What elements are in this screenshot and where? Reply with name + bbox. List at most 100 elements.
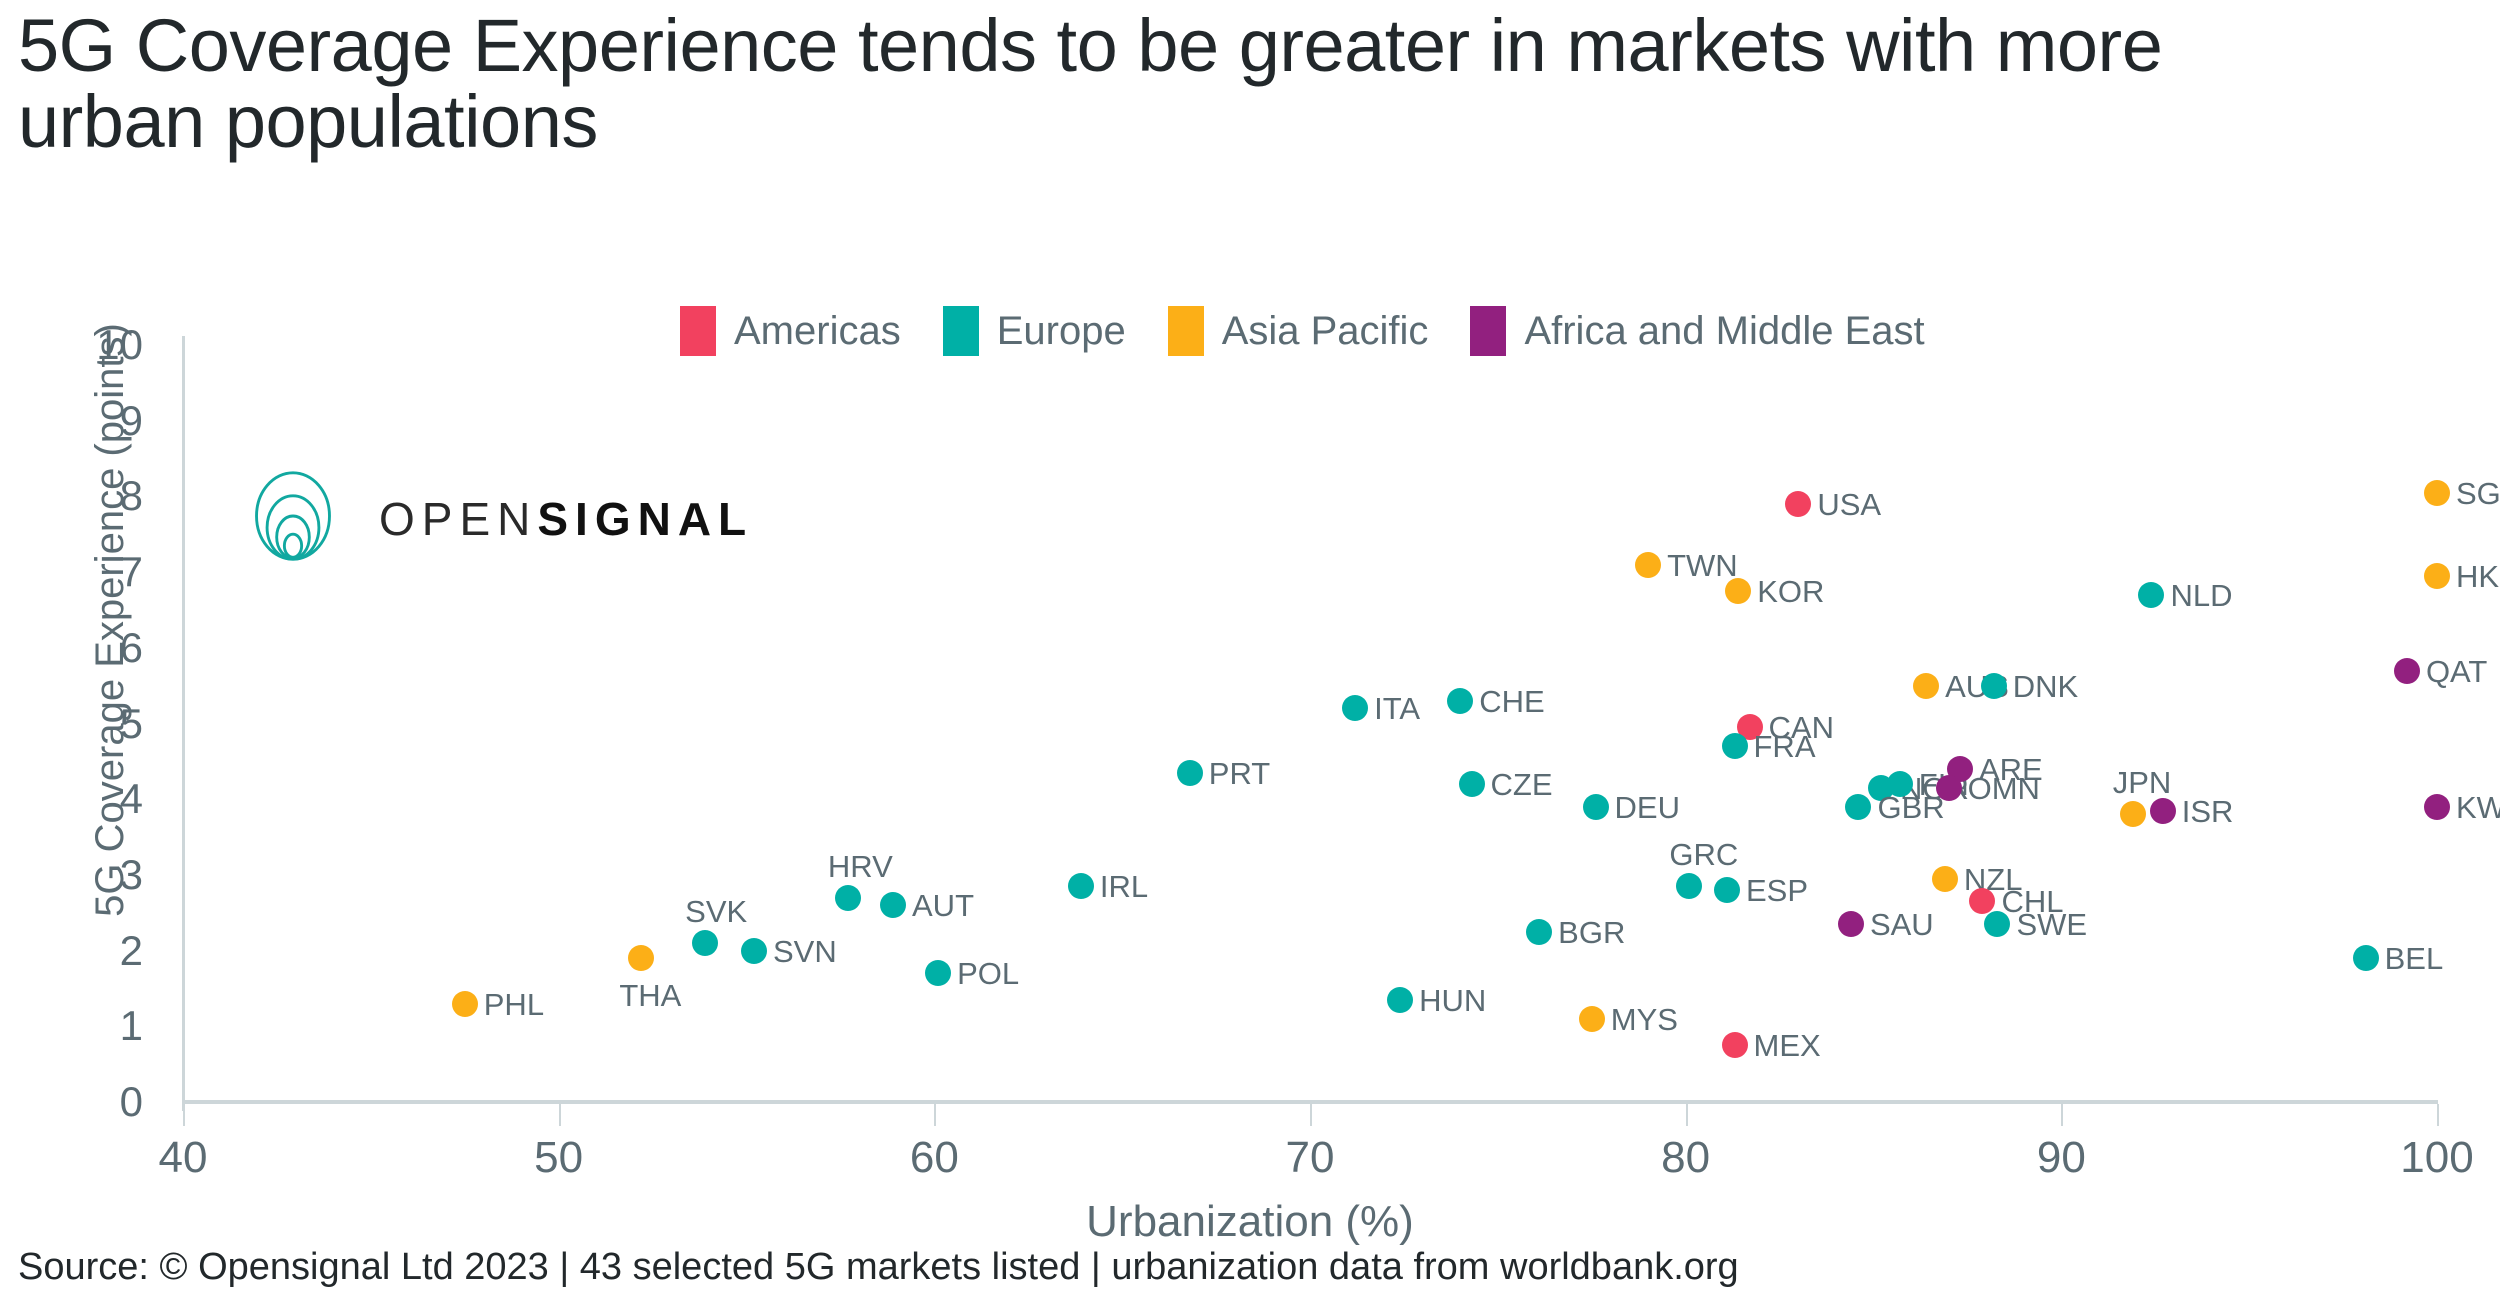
legend-item-asia-pacific[interactable]: Asia Pacific bbox=[1167, 306, 1429, 356]
scatter-point-label: SWE bbox=[2016, 907, 2088, 943]
x-tick-label: 80 bbox=[1661, 1133, 1711, 1182]
scatter-point-usa[interactable] bbox=[1785, 490, 1812, 517]
scatter-point-label: NLD bbox=[2170, 577, 2233, 613]
opensignal-logo: OPENSIGNAL bbox=[245, 468, 753, 569]
x-tick-mark bbox=[1685, 1104, 1688, 1126]
scatter-point-label: ESP bbox=[1745, 873, 1809, 909]
legend-item-label: Europe bbox=[996, 309, 1126, 353]
scatter-point-label: HUN bbox=[1419, 982, 1487, 1018]
scatter-point-label: PHL bbox=[483, 986, 545, 1022]
scatter-point-svk[interactable] bbox=[692, 930, 719, 957]
scatter-point-label: ITA bbox=[1374, 691, 1421, 727]
scatter-point-hkg[interactable] bbox=[2424, 562, 2450, 589]
x-tick-mark bbox=[558, 1104, 561, 1126]
scatter-point-aut[interactable] bbox=[880, 892, 906, 919]
scatter-point-deu[interactable] bbox=[1582, 793, 1609, 820]
scatter-point-label: DEU bbox=[1614, 789, 1680, 825]
scatter-point-label: DNK bbox=[2012, 668, 2079, 704]
scatter-point-dnk[interactable] bbox=[1980, 672, 2007, 699]
scatter-point-label: SAU bbox=[1869, 907, 1934, 943]
scatter-point-sau[interactable] bbox=[1837, 911, 1864, 938]
scatter-point-aus[interactable] bbox=[1913, 672, 1940, 699]
legend-swatch-icon bbox=[1470, 306, 1507, 356]
scatter-point-label: THA bbox=[619, 978, 682, 1014]
y-axis-line bbox=[182, 336, 185, 1111]
scatter-point-label: ISR bbox=[2181, 793, 2234, 829]
scatter-point-nld[interactable] bbox=[2138, 581, 2165, 608]
scatter-point-nzl[interactable] bbox=[1931, 865, 1958, 892]
scatter-point-tha[interactable] bbox=[628, 945, 655, 972]
scatter-point-grc[interactable] bbox=[1676, 873, 1703, 900]
scatter-point-hrv[interactable] bbox=[834, 884, 861, 911]
x-tick-mark bbox=[183, 1104, 185, 1126]
scatter-point-label: TWN bbox=[1667, 547, 1738, 583]
scatter-point-chl[interactable] bbox=[1969, 888, 1996, 915]
scatter-point-label: IRL bbox=[1099, 869, 1149, 905]
scatter-point-che[interactable] bbox=[1447, 687, 1474, 714]
scatter-point-label: POL bbox=[957, 956, 1020, 992]
legend-swatch-icon bbox=[942, 306, 979, 356]
legend-swatch-icon bbox=[680, 306, 716, 356]
scatter-point-qat[interactable] bbox=[2393, 657, 2420, 684]
legend-item-africa-and-middle-east[interactable]: Africa and Middle East bbox=[1470, 306, 1925, 356]
scatter-point-mys[interactable] bbox=[1578, 1005, 1605, 1032]
scatter-point-label: HRV bbox=[827, 848, 893, 884]
x-axis-title: Urbanization (%) bbox=[1086, 1197, 1414, 1246]
scatter-point-ita[interactable] bbox=[1342, 695, 1369, 722]
scatter-point-label: HKG bbox=[2456, 558, 2500, 594]
concentric-rings-icon bbox=[245, 468, 341, 569]
y-axis-title: 5G Coverage Experience (points) bbox=[88, 323, 132, 917]
scatter-point-cze[interactable] bbox=[1458, 771, 1485, 798]
scatter-point-label: BGR bbox=[1558, 914, 1626, 950]
logo-text-signal: SIGNAL bbox=[537, 492, 754, 545]
x-tick-label: 100 bbox=[2400, 1133, 2474, 1182]
scatter-point-bel[interactable] bbox=[2352, 945, 2379, 972]
scatter-point-fin[interactable] bbox=[1886, 771, 1913, 798]
scatter-point-label: BEL bbox=[2384, 941, 2444, 977]
scatter-point-sgp[interactable] bbox=[2424, 479, 2450, 506]
logo-wordmark: OPENSIGNAL bbox=[379, 496, 753, 542]
scatter-point-label: PRT bbox=[1208, 755, 1271, 791]
scatter-point-label: MEX bbox=[1753, 1028, 1821, 1064]
scatter-point-irl[interactable] bbox=[1067, 873, 1094, 900]
scatter-point-pol[interactable] bbox=[925, 960, 952, 987]
x-tick-label: 50 bbox=[534, 1133, 584, 1182]
x-tick-mark bbox=[2061, 1104, 2064, 1126]
scatter-point-kor[interactable] bbox=[1725, 578, 1752, 605]
scatter-point-label: MYS bbox=[1610, 1001, 1678, 1037]
x-tick-mark bbox=[1310, 1104, 1312, 1126]
scatter-point-label: SVK bbox=[685, 894, 748, 930]
scatter-point-kwt[interactable] bbox=[2424, 793, 2450, 820]
scatter-point-hun[interactable] bbox=[1387, 986, 1414, 1013]
scatter-point-prt[interactable] bbox=[1176, 759, 1203, 786]
scatter-point-swe[interactable] bbox=[1984, 911, 2011, 938]
scatter-point-esp[interactable] bbox=[1713, 877, 1740, 904]
source-note: Source: © Opensignal Ltd 2023 | 43 selec… bbox=[18, 1246, 1739, 1288]
scatter-point-twn[interactable] bbox=[1635, 551, 1662, 578]
scatter-point-label: QAT bbox=[2425, 653, 2488, 689]
scatter-point-svn[interactable] bbox=[741, 937, 767, 964]
scatter-point-label: GRC bbox=[1669, 837, 1739, 873]
scatter-point-phl[interactable] bbox=[451, 990, 478, 1017]
x-tick-label: 40 bbox=[158, 1133, 208, 1182]
scatter-point-label: CHE bbox=[1479, 683, 1545, 719]
x-tick-mark bbox=[2437, 1104, 2439, 1126]
scatter-point-label: OMN bbox=[1967, 770, 2040, 806]
legend-item-europe[interactable]: Europe bbox=[942, 306, 1126, 356]
legend-item-label: Asia Pacific bbox=[1221, 309, 1429, 353]
page-title: 5G Coverage Experience tends to be great… bbox=[18, 4, 2163, 164]
x-tick-label: 70 bbox=[1285, 1133, 1335, 1182]
scatter-point-gbr[interactable] bbox=[1845, 793, 1872, 820]
scatter-point-omn[interactable] bbox=[1935, 774, 1962, 801]
legend-item-americas[interactable]: Americas bbox=[680, 306, 901, 356]
scatter-point-jpn[interactable] bbox=[2119, 801, 2146, 828]
scatter-point-label: SGP bbox=[2456, 475, 2500, 511]
scatter-point-fra[interactable] bbox=[1721, 733, 1748, 760]
scatter-point-mex[interactable] bbox=[1721, 1032, 1748, 1059]
x-tick-mark bbox=[934, 1104, 937, 1126]
scatter-point-label: AUT bbox=[912, 888, 974, 924]
scatter-point-isr[interactable] bbox=[2149, 797, 2176, 824]
y-tick-label: 0 bbox=[119, 1078, 143, 1125]
scatter-point-label: USA bbox=[1817, 486, 1882, 522]
scatter-point-bgr[interactable] bbox=[1526, 918, 1553, 945]
